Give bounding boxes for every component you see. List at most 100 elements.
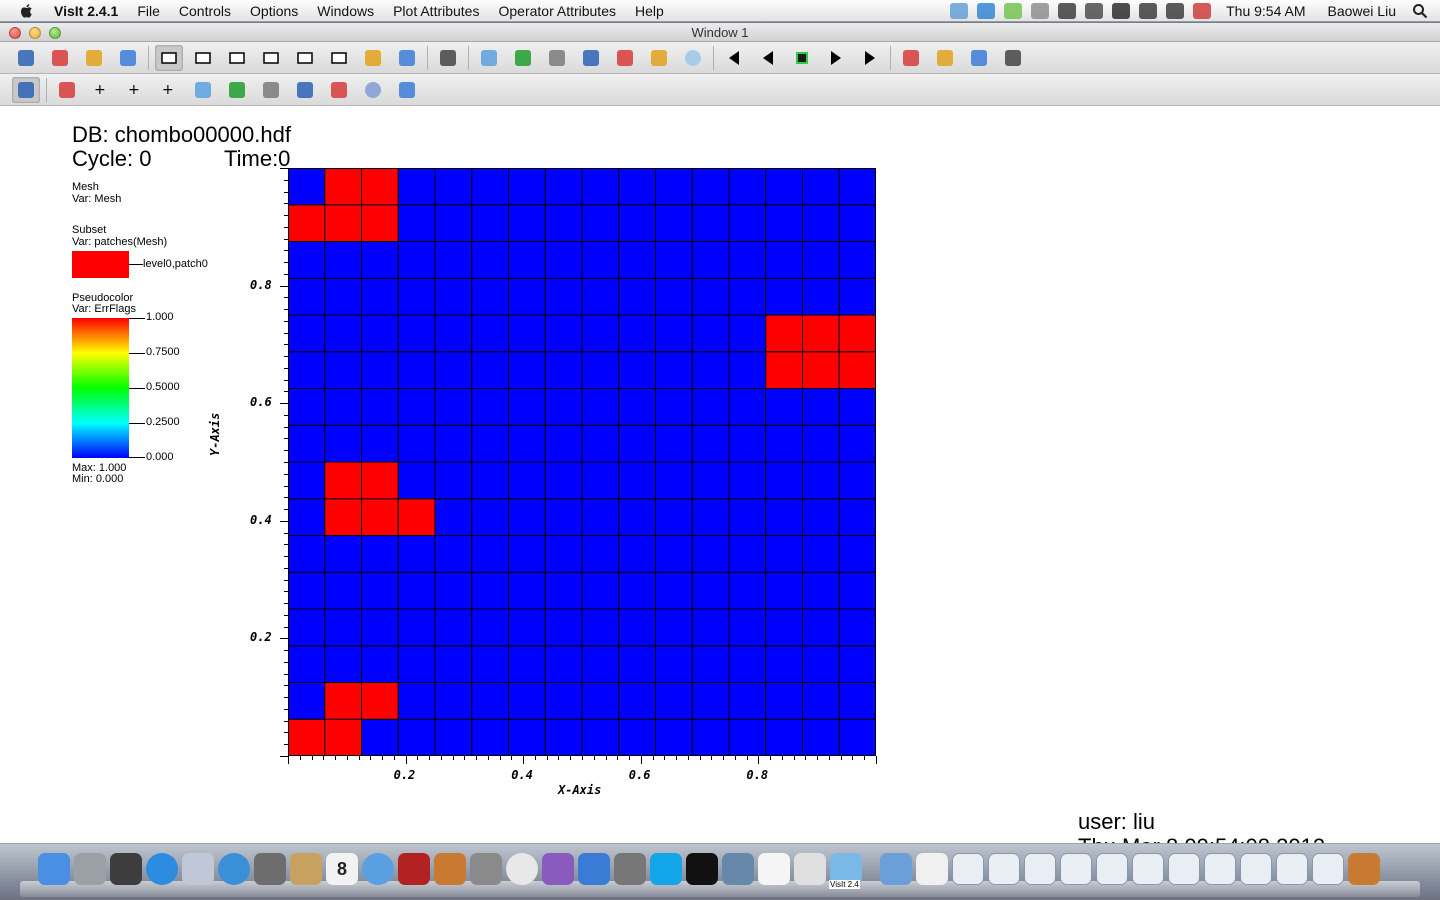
photo-icon[interactable] [722, 853, 754, 885]
figure-b-icon[interactable] [965, 45, 993, 71]
preview-icon[interactable] [182, 853, 214, 885]
bluetooth-icon[interactable] [1085, 3, 1104, 19]
close-button[interactable] [9, 27, 21, 39]
time-machine-icon[interactable] [1031, 3, 1050, 19]
menu-windows[interactable]: Windows [317, 3, 374, 19]
camera-gray2-icon[interactable] [577, 45, 605, 71]
eclipse-icon[interactable] [542, 853, 574, 885]
window-thumb-icon[interactable] [1312, 853, 1344, 885]
color-table-icon[interactable] [897, 45, 925, 71]
window-thumb-icon[interactable] [1060, 853, 1092, 885]
lineout-icon[interactable] [189, 77, 217, 103]
calendar-icon[interactable]: 8 [326, 853, 358, 885]
sphere-tool-icon[interactable] [359, 77, 387, 103]
chrome-icon[interactable] [506, 853, 538, 885]
stop-icon[interactable] [788, 45, 816, 71]
camera-gray-icon[interactable] [543, 45, 571, 71]
lock-view-icon[interactable] [359, 45, 387, 71]
point-tool-icon[interactable] [223, 77, 251, 103]
navigate-icon[interactable] [12, 76, 40, 103]
system-preferences-icon[interactable] [470, 853, 502, 885]
figure-a-icon[interactable] [931, 45, 959, 71]
fast-user-switch[interactable]: Baowei Liu [1328, 3, 1397, 19]
zoom-icon[interactable] [53, 77, 81, 103]
us-flag-icon[interactable] [1193, 3, 1212, 19]
itunes-icon[interactable] [362, 853, 394, 885]
menu-operator-attributes[interactable]: Operator Attributes [498, 3, 616, 19]
window-thumb-icon[interactable] [1024, 853, 1056, 885]
wifi-icon[interactable] [1112, 3, 1131, 19]
iphoto-icon[interactable] [434, 853, 466, 885]
figure-c-icon[interactable] [999, 45, 1027, 71]
layout-1x2-icon[interactable] [189, 45, 217, 71]
app-menu[interactable]: VisIt 2.4.1 [54, 3, 118, 19]
pick-n-icon[interactable]: + [121, 77, 149, 103]
script-icon[interactable] [794, 853, 826, 885]
window-thumb-icon[interactable] [1096, 853, 1128, 885]
window-thumb-icon[interactable] [988, 853, 1020, 885]
window-titlebar[interactable]: Window 1 [0, 23, 1440, 42]
menu-help[interactable]: Help [635, 3, 664, 19]
finder-icon[interactable] [38, 853, 70, 885]
applications-folder-icon[interactable] [880, 853, 912, 885]
window-thumb-icon[interactable] [1168, 853, 1200, 885]
minimize-button[interactable] [29, 27, 41, 39]
dropbox-icon[interactable] [950, 3, 969, 19]
photo-booth-icon[interactable] [398, 853, 430, 885]
plot-green-icon[interactable] [475, 45, 503, 71]
rewind-icon[interactable] [720, 45, 748, 71]
binoculars-icon[interactable] [1058, 3, 1077, 19]
terminal-icon[interactable] [686, 853, 718, 885]
view-3d-icon[interactable] [434, 45, 462, 71]
safari-icon[interactable] [218, 853, 250, 885]
plot-green2-icon[interactable] [509, 45, 537, 71]
clone-window-icon[interactable] [80, 45, 108, 71]
word-icon[interactable] [578, 853, 610, 885]
delete-window-icon[interactable] [114, 45, 142, 71]
volume-icon[interactable] [1139, 3, 1158, 19]
zoom-button[interactable] [49, 27, 61, 39]
layout-2x2-icon[interactable] [223, 45, 251, 71]
box-tool-icon[interactable] [325, 77, 353, 103]
window-thumb-icon[interactable] [1204, 853, 1236, 885]
plane-tool-icon[interactable] [291, 77, 319, 103]
menu-options[interactable]: Options [250, 3, 298, 19]
menu-plot-attributes[interactable]: Plot Attributes [393, 3, 479, 19]
pick-z-icon[interactable]: + [87, 77, 115, 103]
save-image-icon[interactable] [611, 45, 639, 71]
b-app-icon[interactable] [977, 3, 996, 19]
window-thumb-icon[interactable] [1132, 853, 1164, 885]
contacts-icon[interactable] [290, 853, 322, 885]
facetime-icon[interactable] [254, 853, 286, 885]
globe-icon[interactable] [679, 45, 707, 71]
battery-icon[interactable] [1166, 3, 1185, 19]
menubar-clock[interactable]: Thu 9:54 AM [1226, 3, 1305, 19]
axis-tool-icon[interactable] [393, 77, 421, 103]
document-icon[interactable] [916, 853, 948, 885]
lock-time-icon[interactable] [393, 45, 421, 71]
window-thumb-icon[interactable] [952, 853, 984, 885]
menu-controls[interactable]: Controls [179, 3, 231, 19]
layout-3x3-icon[interactable] [325, 45, 353, 71]
app-store-icon[interactable] [146, 853, 178, 885]
layout-2x4-icon[interactable] [291, 45, 319, 71]
check-app-icon[interactable] [1004, 3, 1023, 19]
apple-icon[interactable] [18, 2, 36, 20]
menu-file[interactable]: File [137, 3, 160, 19]
camera-icon[interactable] [645, 45, 673, 71]
step-forward-icon[interactable] [856, 45, 884, 71]
window-thumb-icon[interactable] [1240, 853, 1272, 885]
layout-1x1-icon[interactable] [155, 44, 183, 71]
apply-icon[interactable] [12, 45, 40, 71]
layout-2x3-icon[interactable] [257, 45, 285, 71]
new-window-icon[interactable] [46, 45, 74, 71]
plot-area[interactable] [288, 168, 876, 756]
play-icon[interactable] [822, 45, 850, 71]
step-back-icon[interactable] [754, 45, 782, 71]
trash-icon[interactable] [1348, 853, 1380, 885]
launchpad-icon[interactable] [74, 853, 106, 885]
utilities-icon[interactable] [614, 853, 646, 885]
pick-s-icon[interactable]: + [155, 77, 183, 103]
skype-icon[interactable] [650, 853, 682, 885]
dashboard-icon[interactable] [110, 853, 142, 885]
